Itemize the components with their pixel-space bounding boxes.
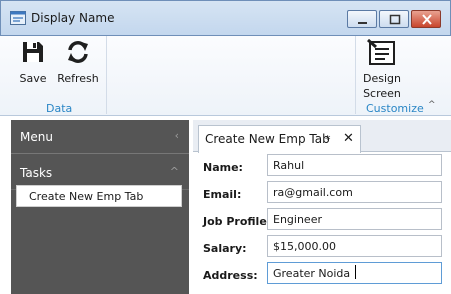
maximize-icon	[389, 14, 401, 25]
refresh-button[interactable]: Refresh	[55, 39, 101, 85]
design-screen-button[interactable]: Design Screen	[358, 38, 406, 101]
content-area: Create New Emp Tab * ✕ Name: Email: Job …	[193, 120, 451, 294]
refresh-icon	[68, 41, 88, 63]
tab-create-new-emp-tab[interactable]: Create New Emp Tab * ✕	[198, 125, 361, 153]
chevron-up-icon[interactable]: ^	[428, 100, 436, 110]
salary-field[interactable]	[267, 235, 442, 257]
address-label: Address:	[203, 269, 258, 282]
tab-close-icon[interactable]: ✕	[343, 131, 354, 146]
job-profile-label: Job Profile:	[203, 215, 272, 228]
menu-header-label: Menu	[20, 130, 53, 144]
email-label: Email:	[203, 188, 242, 201]
design-screen-label-line2: Screen	[363, 87, 401, 100]
floppy-disk-icon	[23, 42, 43, 62]
design-screen-icon	[367, 38, 395, 65]
title-bar[interactable]: Display Name	[0, 0, 451, 36]
chevron-up-icon[interactable]: ^	[170, 165, 179, 178]
ribbon-separator	[355, 36, 356, 114]
tasks-header-label: Tasks	[20, 166, 53, 180]
maximize-button[interactable]	[379, 10, 409, 28]
chevron-left-icon[interactable]: ‹	[175, 129, 179, 142]
tab-title: Create New Emp Tab	[205, 132, 330, 146]
minimize-icon	[358, 22, 367, 24]
name-field[interactable]	[267, 154, 442, 176]
save-button-label: Save	[19, 72, 47, 85]
name-label: Name:	[203, 161, 243, 174]
group-label-data: Data	[46, 102, 73, 115]
refresh-button-label: Refresh	[57, 72, 99, 85]
job-profile-field[interactable]	[267, 208, 442, 230]
group-label-customize: Customize	[366, 102, 424, 115]
task-item-create-new-emp-tab[interactable]: Create New Emp Tab	[16, 185, 182, 207]
app-window-icon	[10, 11, 26, 25]
close-icon	[422, 14, 432, 25]
design-screen-label-line1: Design	[363, 72, 401, 85]
ribbon-separator	[106, 36, 107, 114]
ribbon: Save Refresh Data Design Screen Customiz…	[0, 36, 451, 116]
modified-indicator: *	[325, 133, 331, 146]
email-field[interactable]	[267, 181, 442, 203]
window-title: Display Name	[31, 11, 115, 25]
close-button[interactable]	[411, 10, 441, 28]
menu-header[interactable]: Menu ‹	[11, 120, 189, 154]
minimize-button[interactable]	[347, 10, 377, 28]
salary-label: Salary:	[203, 242, 247, 255]
text-caret	[355, 265, 356, 279]
tab-strip: Create New Emp Tab * ✕	[193, 120, 451, 153]
navigation-panel: Menu ‹ Tasks ^ Create New Emp Tab	[11, 120, 189, 294]
save-button[interactable]: Save	[15, 39, 51, 85]
